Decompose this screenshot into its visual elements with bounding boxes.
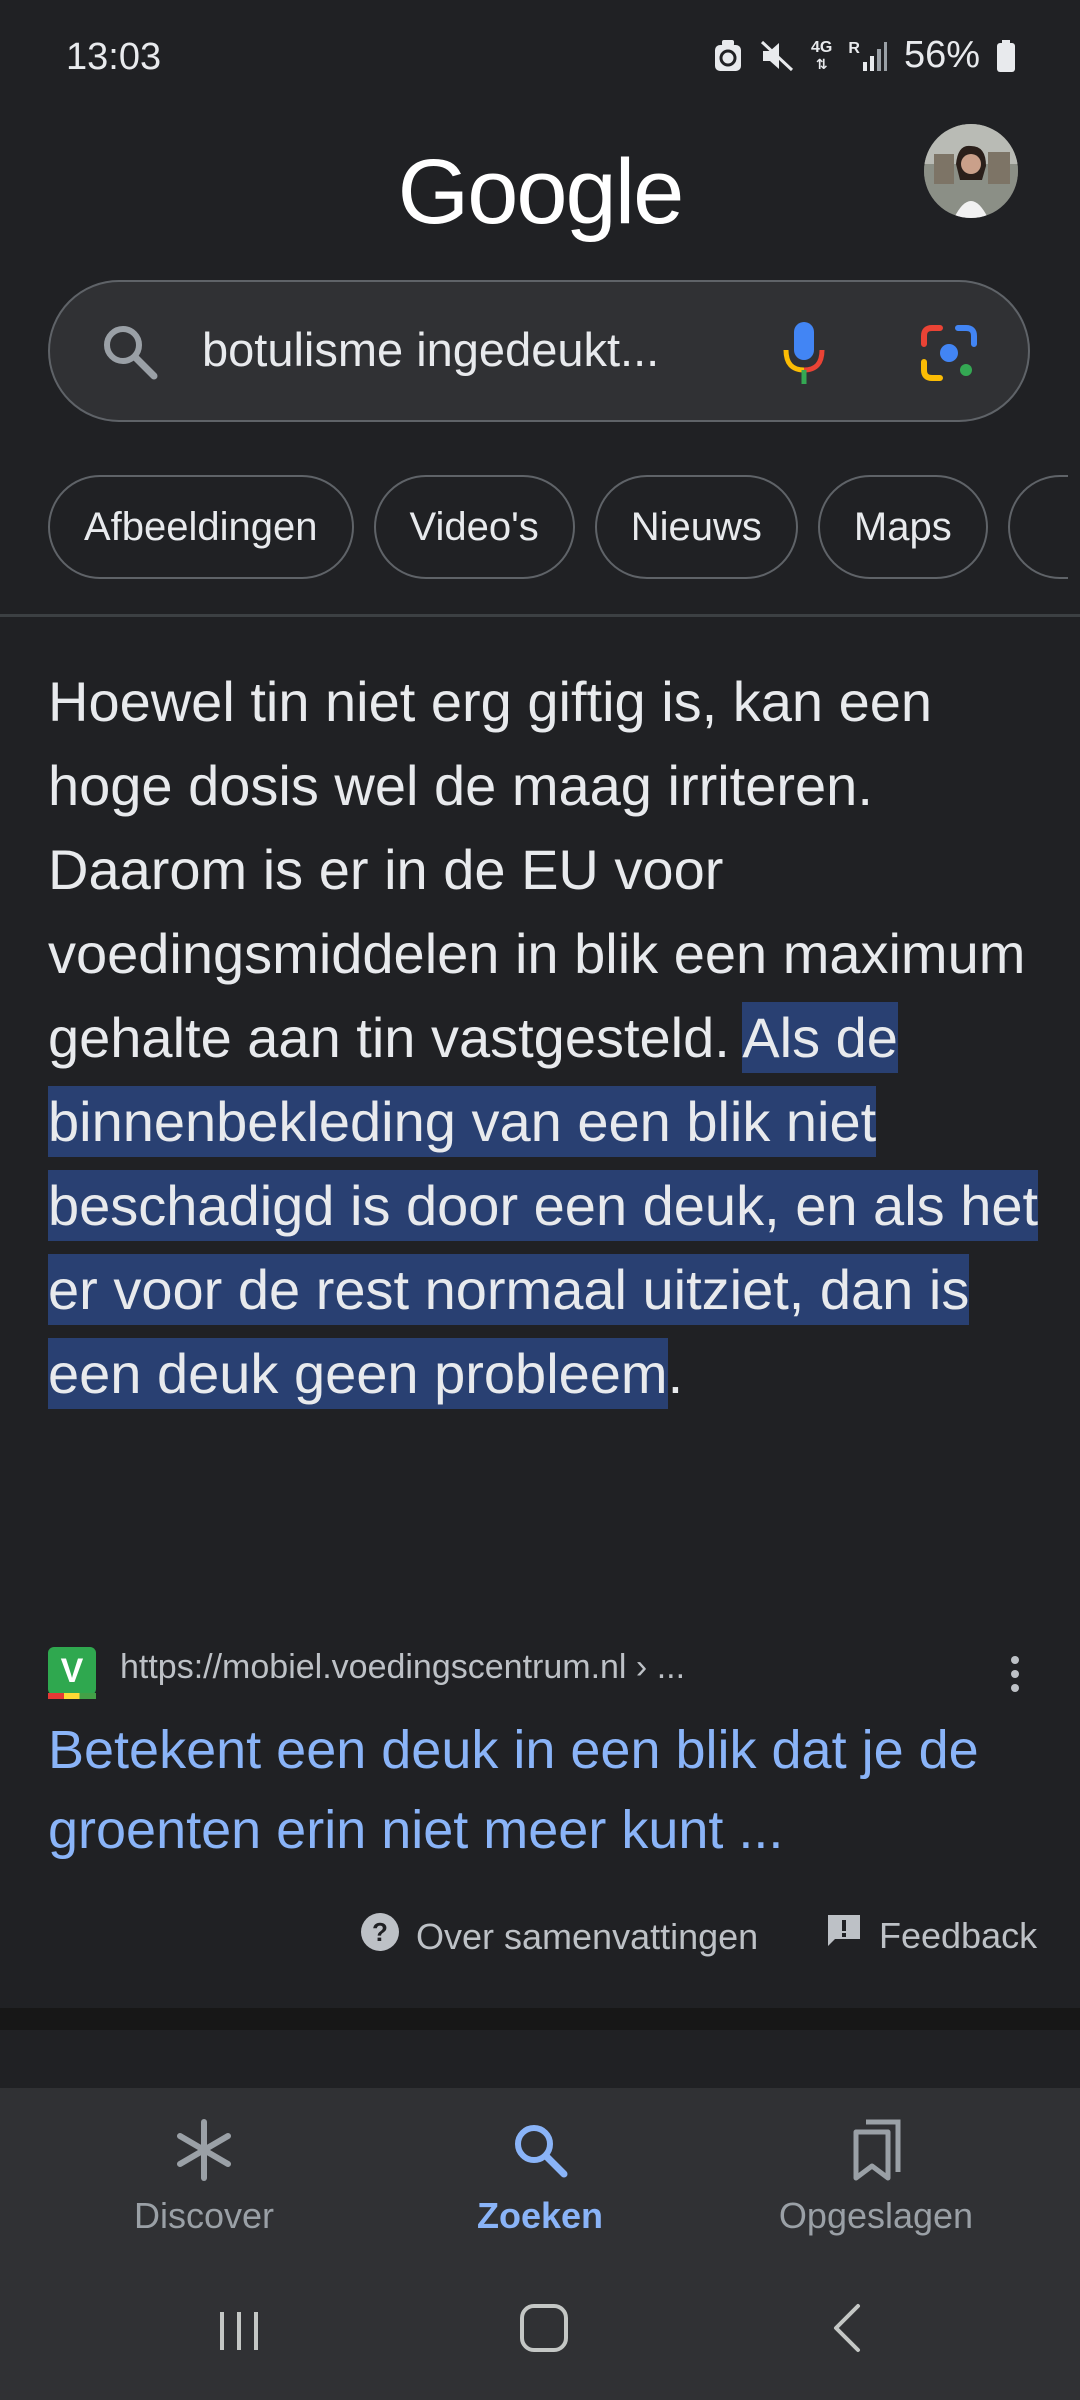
nav-discover-label: Discover xyxy=(133,2195,275,2236)
source-title-link[interactable]: Betekent een deuk in een blik dat je de … xyxy=(48,1710,1048,1870)
source-url[interactable]: https://mobiel.voedingscentrum.nl › ... xyxy=(120,1648,685,1687)
summary-end: . xyxy=(667,1342,684,1405)
more-options-icon[interactable] xyxy=(1000,1652,1030,1702)
network-4g-icon: 4G ⇅ xyxy=(811,38,833,72)
recent-apps-icon[interactable] xyxy=(214,2306,264,2361)
nav-search[interactable]: Zoeken xyxy=(390,2118,690,2237)
chip-maps[interactable]: Maps xyxy=(817,475,988,579)
feedback-button[interactable]: Feedback xyxy=(825,1912,1037,1959)
svg-text:?: ? xyxy=(372,1917,388,1947)
mute-icon xyxy=(759,39,795,73)
roaming-label: R xyxy=(848,39,860,57)
google-lens-icon[interactable] xyxy=(918,322,980,389)
search-input[interactable]: botulisme ingedeukt... xyxy=(202,322,659,377)
chip-news[interactable]: Nieuws xyxy=(594,475,798,579)
avatar[interactable] xyxy=(924,124,1018,218)
feedback-label: Feedback xyxy=(879,1914,1038,1956)
status-time: 13:03 xyxy=(66,36,162,78)
nav-saved[interactable]: Opgeslagen xyxy=(726,2118,1026,2237)
search-icon[interactable] xyxy=(98,320,162,389)
home-icon[interactable] xyxy=(518,2302,570,2359)
about-summaries-label: Over samenvattingen xyxy=(416,1915,759,1957)
section-divider xyxy=(0,2008,1080,2030)
nav-discover[interactable]: Discover xyxy=(54,2118,354,2237)
summary-text: Hoewel tin niet erg giftig is, kan een h… xyxy=(48,660,1048,1416)
about-summaries-button[interactable]: ? Over samenvattingen xyxy=(360,1912,758,1961)
microphone-icon[interactable] xyxy=(778,318,830,395)
battery-icon xyxy=(996,39,1016,73)
help-icon: ? xyxy=(360,1912,400,1961)
chip-videos[interactable]: Video's xyxy=(373,475,575,579)
filter-chips: Afbeeldingen Video's Nieuws Maps xyxy=(48,475,1068,583)
bookmarks-icon xyxy=(844,2119,908,2186)
nav-saved-label: Opgeslagen xyxy=(778,2195,974,2236)
status-bar: 13:03 4G ⇅ R 56% xyxy=(0,0,1080,120)
nav-search-label: Zoeken xyxy=(476,2195,604,2236)
chip-more[interactable] xyxy=(1007,475,1068,579)
back-icon[interactable] xyxy=(826,2302,866,2359)
feedback-icon xyxy=(825,1912,863,1959)
asterisk-icon xyxy=(172,2119,236,2186)
recycle-icon xyxy=(713,39,743,73)
google-logo: Google xyxy=(397,141,685,243)
battery-percent: 56% xyxy=(903,34,980,76)
bottom-navigation: Discover Zoeken Opgeslagen xyxy=(0,2088,1080,2258)
source-favicon: V xyxy=(48,1647,96,1699)
chip-images[interactable]: Afbeeldingen xyxy=(48,475,354,579)
signal-icon: R xyxy=(848,40,888,72)
network-label: 4G xyxy=(811,38,833,56)
divider xyxy=(0,614,1080,617)
search-icon xyxy=(508,2125,572,2186)
system-navigation xyxy=(0,2258,1080,2400)
status-icons: 4G ⇅ R 56% xyxy=(713,34,1016,77)
